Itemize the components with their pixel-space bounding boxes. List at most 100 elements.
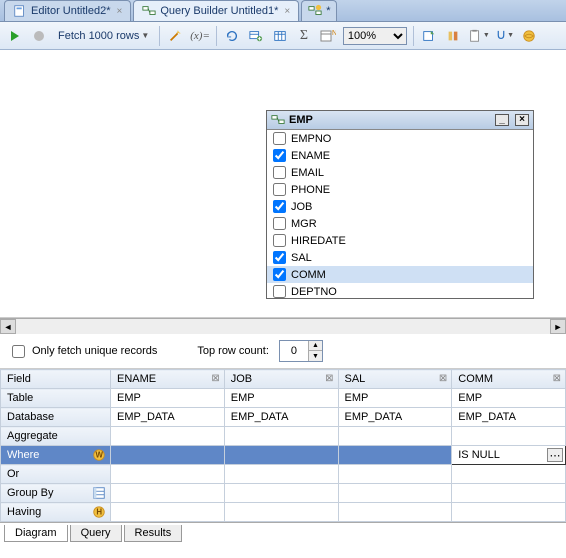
toprow-input[interactable] <box>280 343 308 359</box>
table-button[interactable] <box>271 26 289 46</box>
table-window-emp[interactable]: EMP _ × EMPNOENAMEEMAILPHONEJOBMGRHIREDA… <box>266 110 534 299</box>
union-button[interactable]: ∪ ▼ <box>496 26 514 46</box>
column-row-deptno[interactable]: DEPTNO <box>267 283 533 298</box>
zoom-select[interactable]: 100% <box>343 27 407 45</box>
close-button[interactable]: × <box>515 114 529 126</box>
delete-column-icon[interactable]: ⊠ <box>553 373 561 384</box>
ellipsis-button[interactable]: ⋯ <box>547 448 563 462</box>
btab-diagram[interactable]: Diagram <box>4 525 68 542</box>
stop-button[interactable] <box>30 26 48 46</box>
tab-new[interactable]: * <box>301 0 337 21</box>
fetch-rows-dropdown[interactable]: Fetch 1000 rows ▼ <box>54 26 153 46</box>
sum-button[interactable]: Σ <box>295 26 313 46</box>
column-row-job[interactable]: JOB <box>267 198 533 215</box>
grid-cell[interactable] <box>111 484 225 503</box>
grid-cell[interactable] <box>338 503 452 522</box>
column-checkbox[interactable] <box>273 268 286 281</box>
unique-records-checkbox[interactable]: Only fetch unique records <box>8 342 157 361</box>
grid-cell[interactable] <box>338 427 452 446</box>
highlight-button[interactable] <box>444 26 462 46</box>
delete-column-icon[interactable]: ⊠ <box>325 373 333 384</box>
close-icon[interactable]: × <box>117 6 123 17</box>
tab-editor[interactable]: Editor Untitled2* × <box>4 0 131 21</box>
refresh-button[interactable] <box>223 26 241 46</box>
unique-records-input[interactable] <box>12 345 25 358</box>
scroll-right-button[interactable]: ► <box>550 319 566 334</box>
column-row-phone[interactable]: PHONE <box>267 181 533 198</box>
delete-column-icon[interactable]: ⊠ <box>439 373 447 384</box>
grid-cell[interactable] <box>452 427 566 446</box>
column-row-empno[interactable]: EMPNO <box>267 130 533 147</box>
spin-up-button[interactable]: ▲ <box>308 341 322 351</box>
grid-cell[interactable] <box>111 427 225 446</box>
grid-cell[interactable] <box>452 465 566 484</box>
clipboard-button[interactable]: ▼ <box>468 26 490 46</box>
variables-button[interactable]: (x)= <box>190 26 210 46</box>
column-label: DEPTNO <box>291 286 337 298</box>
column-row-email[interactable]: EMAIL <box>267 164 533 181</box>
table-window-titlebar[interactable]: EMP _ × <box>267 111 533 130</box>
column-checkbox[interactable] <box>273 251 286 264</box>
grid-cell[interactable]: EMP <box>111 389 225 408</box>
grid-cell[interactable] <box>224 484 338 503</box>
scroll-left-button[interactable]: ◄ <box>0 319 16 334</box>
btab-query[interactable]: Query <box>70 525 122 542</box>
column-checkbox[interactable] <box>273 217 286 230</box>
grid-cell[interactable]: EMP <box>224 389 338 408</box>
grid-cell[interactable] <box>111 503 225 522</box>
grid-cell[interactable] <box>338 446 452 465</box>
column-row-ename[interactable]: ENAME <box>267 147 533 164</box>
minimize-button[interactable]: _ <box>495 114 509 126</box>
grid-cell[interactable]: EMP_DATA <box>338 408 452 427</box>
globe-button[interactable] <box>520 26 538 46</box>
run-button[interactable] <box>6 26 24 46</box>
tab-query-builder[interactable]: Query Builder Untitled1* × <box>133 0 299 21</box>
delete-column-icon[interactable]: ⊠ <box>211 373 219 384</box>
colhdr-comm[interactable]: COMM⊠ <box>452 370 566 389</box>
grid-cell-where-comm[interactable]: IS NULL ⋯ <box>452 446 566 465</box>
horizontal-scrollbar[interactable]: ◄ ► <box>0 318 566 334</box>
grid-cell[interactable]: EMP <box>452 389 566 408</box>
diagram-canvas[interactable]: EMP _ × EMPNOENAMEEMAILPHONEJOBMGRHIREDA… <box>0 50 566 318</box>
column-checkbox[interactable] <box>273 149 286 162</box>
grid-cell[interactable] <box>111 465 225 484</box>
grid-cell[interactable] <box>224 503 338 522</box>
column-checkbox[interactable] <box>273 166 286 179</box>
column-checkbox[interactable] <box>273 183 286 196</box>
chevron-right-icon: ► <box>554 322 563 332</box>
toprow-spinner[interactable]: ▲ ▼ <box>279 340 323 362</box>
grid-cell[interactable] <box>224 465 338 484</box>
grid-cell[interactable] <box>111 446 225 465</box>
colhdr-sal[interactable]: SAL⊠ <box>338 370 452 389</box>
grid-cell[interactable]: EMP_DATA <box>224 408 338 427</box>
colhdr-job[interactable]: JOB⊠ <box>224 370 338 389</box>
topn-button[interactable]: N <box>319 26 337 46</box>
column-checkbox[interactable] <box>273 200 286 213</box>
column-checkbox[interactable] <box>273 285 286 298</box>
add-table-button[interactable] <box>247 26 265 46</box>
column-row-sal[interactable]: SAL <box>267 249 533 266</box>
grid-cell[interactable]: EMP <box>338 389 452 408</box>
wand-button[interactable] <box>166 26 184 46</box>
grid-cell[interactable]: EMP_DATA <box>452 408 566 427</box>
column-checkbox[interactable] <box>273 132 286 145</box>
grid-cell[interactable] <box>452 484 566 503</box>
grid-cell[interactable] <box>338 465 452 484</box>
grid-cell[interactable] <box>224 446 338 465</box>
spin-down-button[interactable]: ▼ <box>308 351 322 361</box>
export-button[interactable] <box>420 26 438 46</box>
colhdr-ename[interactable]: ENAME⊠ <box>111 370 225 389</box>
grid-cell[interactable] <box>338 484 452 503</box>
where-icon: W <box>92 448 106 462</box>
close-icon[interactable]: × <box>284 6 290 17</box>
grid-row-field: Field ENAME⊠ JOB⊠ SAL⊠ COMM⊠ <box>1 370 566 389</box>
column-row-hiredate[interactable]: HIREDATE <box>267 232 533 249</box>
column-row-comm[interactable]: COMM <box>267 266 533 283</box>
grid-cell[interactable]: EMP_DATA <box>111 408 225 427</box>
btab-results[interactable]: Results <box>124 525 183 542</box>
column-row-mgr[interactable]: MGR <box>267 215 533 232</box>
grid-cell[interactable] <box>452 503 566 522</box>
column-checkbox[interactable] <box>273 234 286 247</box>
grid-cell[interactable] <box>224 427 338 446</box>
svg-text:H: H <box>96 508 102 517</box>
